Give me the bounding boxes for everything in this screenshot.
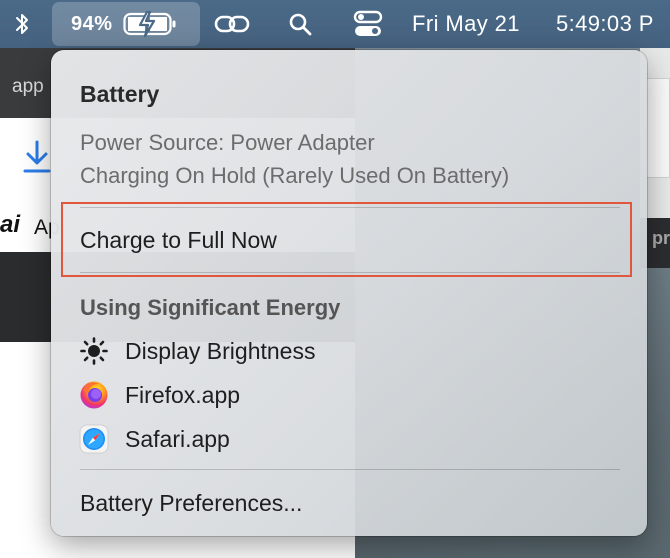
menubar-date[interactable]: Fri May 21 <box>412 0 520 48</box>
power-source-text: Power Source: Power Adapter <box>80 130 375 155</box>
bluetooth-icon[interactable] <box>10 0 34 48</box>
battery-charging-icon <box>122 11 176 37</box>
energy-item-label: Safari.app <box>125 425 230 452</box>
energy-item-label: Firefox.app <box>125 381 241 408</box>
energy-item-firefox[interactable]: Firefox.app <box>77 378 240 412</box>
hotspot-link-icon[interactable] <box>212 0 252 48</box>
battery-menu-button[interactable]: 94% <box>52 2 200 46</box>
energy-section-title: Using Significant Energy <box>80 295 341 320</box>
control-center-icon[interactable] <box>348 0 388 48</box>
safari-icon <box>77 422 111 456</box>
battery-preferences-button[interactable]: Battery Preferences... <box>80 490 302 517</box>
battery-percent: 94% <box>71 12 113 35</box>
firefox-icon <box>77 378 111 412</box>
charging-status-text: Charging On Hold (Rarely Used On Battery… <box>80 163 510 188</box>
browser-tab-label[interactable]: app <box>12 76 44 98</box>
menu-separator <box>80 469 620 470</box>
menu-bar: 94% Fri May 21 5:49:03 P <box>0 0 670 48</box>
brightness-icon <box>77 334 111 368</box>
annotation-highlight-box <box>61 202 632 277</box>
site-logo: ai <box>0 211 21 238</box>
energy-item-display-brightness[interactable]: Display Brightness <box>77 334 315 368</box>
menubar-time[interactable]: 5:49:03 P <box>556 0 654 48</box>
battery-menu-title: Battery <box>80 81 160 107</box>
energy-item-safari[interactable]: Safari.app <box>77 422 230 456</box>
battery-menu: Battery Power Source: Power Adapter Char… <box>51 50 647 536</box>
search-icon[interactable] <box>282 0 318 48</box>
background-window-text: pr <box>652 228 670 248</box>
document-thumbnail <box>646 78 670 178</box>
energy-item-label: Display Brightness <box>125 337 316 364</box>
download-icon[interactable] <box>22 140 52 174</box>
